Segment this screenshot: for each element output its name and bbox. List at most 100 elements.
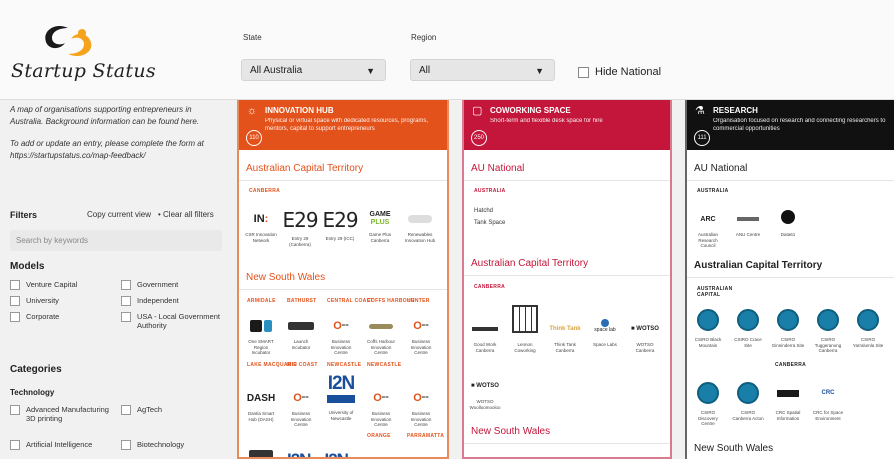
organisation-tile[interactable]: CSIRO Canberra Acton [731,378,765,421]
column-header: ▢ COWORKING SPACE Short-term and flexibl… [464,100,670,150]
sidebar: A map of organisations supporting entrep… [0,100,230,459]
app-root: Startup Status State All Australia ▼ Reg… [0,0,894,459]
organisation-tile[interactable]: ■ WOTSO WOTSO Canberra [628,318,662,353]
organisation-tile[interactable]: Good Work Canberra [468,318,502,353]
region-heading: New South Wales [694,443,774,454]
organisation-tile[interactable]: ■ WOTSO WOTSO Woolloomooloo [468,375,502,410]
column-description: Organisation focused on research and con… [713,118,886,132]
count-badge: 250 [471,130,487,146]
organisation-tile[interactable]: E29 Entry 29 (Canberra) [282,206,318,247]
organisation-tile[interactable]: Tank Space [474,220,505,226]
organisation-tile[interactable]: Hatchd [474,208,493,214]
coworking-icon: ▢ [472,105,483,117]
organisation-tile[interactable]: I2N University of Newcastle [324,368,358,421]
organisation-tile[interactable]: Renewables Innovation Hub [403,208,437,243]
region-label: Region [411,33,437,42]
hide-national-label: Hide National [595,66,662,78]
models-title: Models [10,261,45,272]
category-option[interactable]: Biotechnology [121,440,184,450]
organisation-tile[interactable]: One SMART Region Incubator [244,315,278,356]
checkbox[interactable] [10,312,20,322]
organisation-tile[interactable]: ANU Centre [731,208,765,238]
organisation-tile[interactable]: E29 Entry 29 (ICC) [322,206,358,242]
feedback-text: To add or update an entry, please comple… [10,139,204,160]
organisation-tile[interactable]: O == Business Innovation Centre [364,387,398,428]
checkbox[interactable] [121,312,131,322]
checkbox[interactable] [10,440,20,450]
sub-region: CANBERRA [249,188,281,194]
checkbox[interactable] [121,440,131,450]
region-value: All [419,65,431,76]
intro-text: A map of organisations supporting entrep… [10,105,200,126]
model-option[interactable]: University [10,296,59,306]
column-title: RESEARCH [713,106,758,115]
region-select[interactable]: All ▼ [410,59,555,81]
checkbox[interactable] [10,296,20,306]
state-label: State [243,33,262,42]
organisation-tile[interactable]: O == Business Innovation Centre [324,315,358,356]
organisation-tile[interactable]: CSIRO Crace Site [731,305,765,348]
organisation-tile[interactable]: ARC Australian Research Council [691,208,725,249]
column-description: Short-term and flexible desk space for h… [490,118,603,124]
checkbox[interactable] [10,405,20,415]
category-option[interactable]: Artificial Intelligence [10,440,92,450]
organisation-tile[interactable]: O == Business Innovation Centre [404,315,438,356]
column-coworking-space: ▢ COWORKING SPACE Short-term and flexibl… [462,100,672,459]
organisation-tile[interactable]: Launch Incubator [284,315,318,350]
model-option[interactable]: Corporate [10,312,59,322]
column-title: INNOVATION HUB [265,106,334,115]
flask-icon: ⚗ [695,105,705,117]
region-heading: Australian Capital Territory [694,260,823,271]
top-bar: Startup Status State All Australia ▼ Reg… [0,0,894,100]
logo-text: Startup Status [11,60,156,82]
organisation-tile[interactable]: CSIRO Discovery Centre [691,378,725,427]
startup-status-logo-icon[interactable] [38,24,108,58]
organisation-tile[interactable]: DASH Dantia Smart Hub (DASH) [244,387,278,422]
state-value: All Australia [250,65,303,76]
organisation-tile[interactable]: IN: CSR Innovation Network [244,208,278,243]
column-header: ☼ INNOVATION HUB Physical or virtual spa… [239,100,447,150]
organisation-tile[interactable]: Lennon Coworking [508,298,542,353]
organisation-tile[interactable]: CRC Spatial Information [771,378,805,421]
checkbox[interactable] [121,280,131,290]
organisation-tile[interactable]: CRC CRC for Space Environment [811,378,845,421]
chevron-down-icon: ▼ [535,66,544,76]
logo-row-partial: I2N I2N [249,450,349,457]
organisation-tile[interactable]: CSIRO Black Mountain [691,305,725,348]
search-input[interactable]: Search by keywords [10,230,222,251]
column-title: COWORKING SPACE [490,106,571,115]
hide-national-toggle[interactable]: Hide National [578,66,661,78]
copy-view-link[interactable]: Copy current view [87,210,151,219]
model-option[interactable]: Independent [121,296,179,306]
model-option[interactable]: Venture Capital [10,280,77,290]
lightbulb-icon: ☼ [247,105,258,117]
organisation-tile[interactable]: CSIRO Yarralumla Site [851,305,885,348]
count-badge: 111 [694,130,710,146]
column-innovation-hub: ☼ INNOVATION HUB Physical or virtual spa… [237,100,449,459]
organisation-tile[interactable]: O == Business Innovation Centre [284,387,318,428]
organisation-tile[interactable]: O == Business Innovation Centre [404,387,438,428]
model-option[interactable]: Government [121,280,178,290]
checkbox[interactable] [121,296,131,306]
region-heading: New South Wales [246,272,326,283]
count-badge: 110 [246,130,262,146]
state-select[interactable]: All Australia ▼ [241,59,386,81]
hide-national-checkbox[interactable] [578,66,589,78]
category-option[interactable]: AgTech [121,405,162,415]
categories-title: Categories [10,364,62,375]
region-heading: AU National [694,163,748,174]
filters-title: Filters [10,210,38,220]
organisation-tile[interactable]: space lab Space Labs [588,312,622,348]
organisation-tile[interactable]: CSIRO Ginninderra Site [771,305,805,348]
organisation-tile[interactable]: Data61 [771,204,805,238]
organisation-tile[interactable]: CSIRO Tuggeranong Canberra [811,305,845,354]
organisation-tile[interactable]: GAME PLUS Game Plus Canberra [363,208,397,243]
organisation-tile[interactable]: Think Tank Think Tank Canberra [548,318,582,353]
checkbox[interactable] [10,280,20,290]
checkbox[interactable] [121,405,131,415]
category-option[interactable]: Advanced Manufacturing 3D printing [10,405,110,423]
model-option[interactable]: USA - Local Government Authority [121,312,229,330]
technology-title: Technology [10,388,55,397]
organisation-tile[interactable]: Coffs Harbour Innovation Centre [364,315,398,356]
clear-filters-link[interactable]: • Clear all filters [158,210,214,219]
